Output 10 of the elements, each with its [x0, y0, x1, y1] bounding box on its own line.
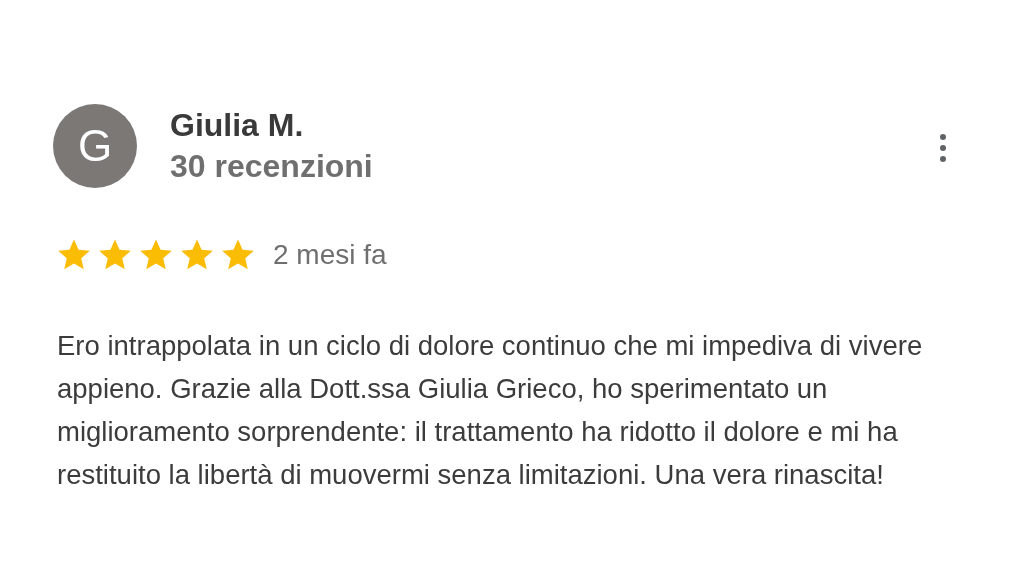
review-time: 2 mesi fa: [273, 239, 387, 271]
star-icon: [138, 238, 174, 272]
avatar: G: [53, 104, 137, 188]
star-icon: [179, 238, 215, 272]
review-text: Ero intrappolata in un ciclo di dolore continuo che mi impediva di vivere appieno. Grazie alla Dott.ssa Giulia Grieco, ho sperimentato un miglioramento sorprendente: il trattamento ha ridotto il dolore e mi ha restituito la libertà di muovermi senza limitazioni. Una vera rinascita!: [57, 329, 924, 492]
review-count: 30 recenzioni: [170, 148, 373, 185]
author-name: Giulia M.: [170, 107, 305, 144]
star-icon: [220, 238, 256, 272]
star-icon: [56, 238, 92, 272]
star-icon: [97, 238, 133, 272]
